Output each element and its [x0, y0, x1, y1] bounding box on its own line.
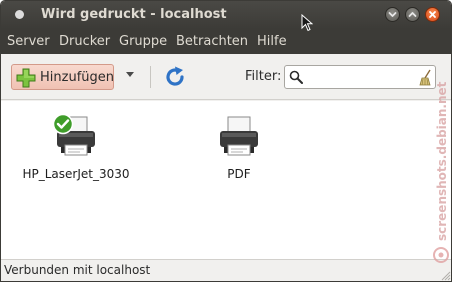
default-check-icon	[52, 113, 74, 135]
status-bar: Verbunden mit localhost	[1, 259, 451, 281]
mouse-cursor-icon	[301, 14, 313, 32]
menu-hilfe[interactable]: Hilfe	[257, 34, 287, 49]
title-bar[interactable]: Wird gedruckt - localhost	[1, 1, 451, 29]
maximize-button[interactable]	[405, 7, 420, 22]
toolbar-separator	[150, 66, 151, 88]
status-text: Verbunden mit localhost	[4, 263, 151, 277]
printer-name: PDF	[227, 167, 251, 181]
toolbar: Hinzufügen Filter:	[1, 54, 451, 100]
chevron-down-icon	[388, 12, 397, 17]
close-button[interactable]	[425, 7, 440, 22]
watermark: screenshots.debian.net	[433, 81, 449, 263]
filter-input[interactable]	[307, 69, 413, 86]
printer-icon	[220, 116, 258, 156]
filter-label: Filter:	[245, 69, 282, 84]
menu-betrachten[interactable]: Betrachten	[176, 34, 248, 49]
minimize-button[interactable]	[385, 7, 400, 22]
close-icon	[429, 11, 436, 18]
watermark-text: screenshots.debian.net	[435, 81, 449, 241]
filter-field[interactable]	[284, 65, 436, 89]
add-printer-button[interactable]: Hinzufügen	[11, 64, 114, 90]
print-settings-window: Wird gedruckt - localhost Server Drucker…	[0, 0, 452, 282]
window-title: Wird gedruckt - localhost	[41, 7, 227, 22]
dropdown-arrow-icon[interactable]	[125, 71, 135, 78]
plus-icon	[16, 68, 36, 88]
menu-drucker[interactable]: Drucker	[59, 34, 110, 49]
chevron-up-icon	[408, 12, 417, 17]
search-icon	[289, 70, 303, 84]
menu-server[interactable]: Server	[7, 34, 50, 49]
printer-item[interactable]: PDF	[179, 103, 299, 183]
menu-gruppe[interactable]: Gruppe	[119, 34, 167, 49]
printer-list: HP_LaserJet_3030 PDF	[1, 101, 451, 259]
printer-item[interactable]: HP_LaserJet_3030	[16, 103, 136, 183]
add-printer-label: Hinzufügen	[40, 70, 114, 85]
printer-name: HP_LaserJet_3030	[22, 167, 130, 181]
window-menu-icon[interactable]	[15, 10, 24, 19]
menu-bar: Server Drucker Gruppe Betrachten Hilfe	[1, 29, 451, 54]
refresh-icon[interactable]	[163, 65, 187, 89]
